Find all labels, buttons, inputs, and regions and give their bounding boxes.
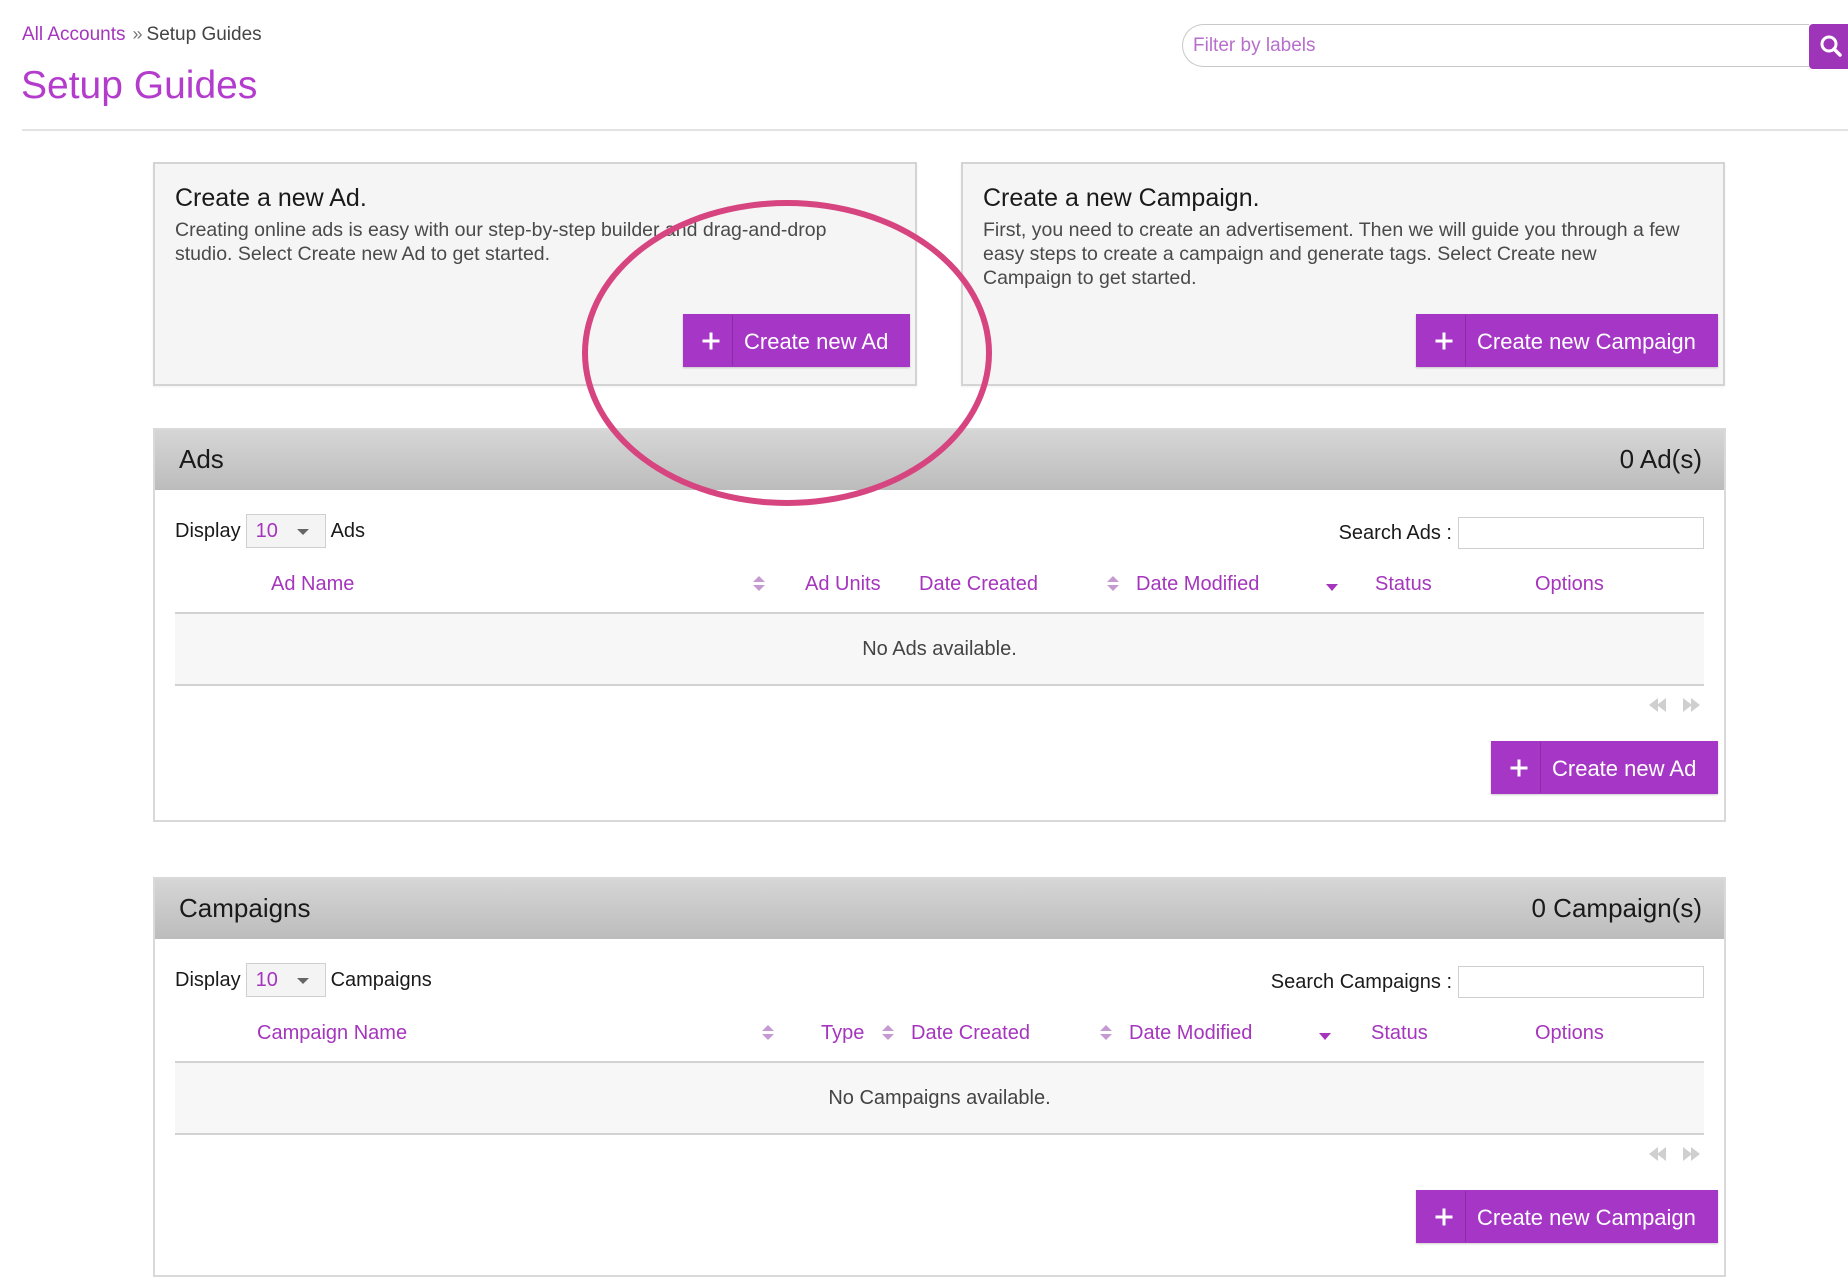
campaigns-empty-message: No Campaigns available. bbox=[828, 1087, 1051, 1109]
create-new-campaign-button-label: Create new Campaign bbox=[1477, 329, 1696, 354]
create-campaign-card-title: Create a new Campaign. bbox=[983, 184, 1260, 212]
sort-desc-icon[interactable] bbox=[1319, 1033, 1331, 1040]
plus-icon bbox=[1497, 742, 1541, 793]
chevron-down-icon bbox=[296, 529, 309, 535]
next-page-icon[interactable] bbox=[1681, 1147, 1703, 1161]
column-status[interactable]: Status bbox=[1375, 573, 1432, 596]
chevron-down-icon bbox=[296, 978, 309, 984]
create-new-campaign-button[interactable]: Create new Campaign bbox=[1416, 314, 1718, 367]
search-icon bbox=[1820, 35, 1842, 57]
campaigns-panel-header: Campaigns 0 Campaign(s) bbox=[155, 879, 1724, 939]
ads-count: 0 Ad(s) bbox=[1619, 444, 1702, 474]
campaigns-display-label: Display bbox=[175, 968, 241, 991]
sort-icon[interactable] bbox=[1107, 576, 1119, 592]
campaigns-panel: Campaigns 0 Campaign(s) Display 10 Campa… bbox=[153, 877, 1726, 1277]
ads-display-label: Display bbox=[175, 519, 241, 542]
ads-display-row: Display 10 Ads bbox=[175, 514, 365, 548]
breadcrumb-all-accounts-link[interactable]: All Accounts bbox=[22, 24, 126, 45]
ads-empty-row: No Ads available. bbox=[175, 614, 1704, 686]
campaigns-empty-row: No Campaigns available. bbox=[175, 1063, 1704, 1135]
sort-icon[interactable] bbox=[753, 576, 765, 592]
column-date-modified[interactable]: Date Modified bbox=[1129, 1022, 1252, 1045]
ads-display-suffix: Ads bbox=[330, 519, 366, 542]
create-campaign-card: Create a new Campaign. First, you need t… bbox=[961, 162, 1725, 386]
breadcrumb-current: Setup Guides bbox=[146, 24, 262, 45]
ads-page-size-select[interactable]: 10 bbox=[245, 514, 326, 548]
column-status[interactable]: Status bbox=[1371, 1022, 1428, 1045]
campaigns-search-input[interactable] bbox=[1458, 966, 1704, 998]
create-ad-card-description: Creating online ads is easy with our ste… bbox=[175, 219, 827, 265]
plus-icon bbox=[1422, 315, 1466, 366]
campaigns-count: 0 Campaign(s) bbox=[1531, 893, 1702, 923]
campaigns-page-size-select[interactable]: 10 bbox=[245, 963, 326, 997]
ads-create-new-ad-button[interactable]: Create new Ad bbox=[1491, 741, 1719, 794]
column-type[interactable]: Type bbox=[821, 1022, 864, 1045]
filter-labels-input[interactable] bbox=[1182, 24, 1809, 67]
page-title: Setup Guides bbox=[21, 64, 258, 107]
create-ad-card-title: Create a new Ad. bbox=[175, 184, 367, 212]
sort-icon[interactable] bbox=[762, 1025, 774, 1041]
previous-page-icon[interactable] bbox=[1647, 698, 1669, 712]
sort-icon[interactable] bbox=[882, 1025, 894, 1041]
previous-page-icon[interactable] bbox=[1647, 1147, 1669, 1161]
column-date-created[interactable]: Date Created bbox=[919, 573, 1038, 596]
ads-panel: Ads 0 Ad(s) Display 10 Ads Search Ads : … bbox=[153, 428, 1726, 822]
plus-icon bbox=[689, 315, 733, 366]
column-date-created[interactable]: Date Created bbox=[911, 1022, 1030, 1045]
ads-page-size-value: 10 bbox=[255, 520, 278, 542]
column-ad-units[interactable]: Ad Units bbox=[805, 573, 881, 596]
column-ad-name[interactable]: Ad Name bbox=[271, 573, 354, 596]
breadcrumb-separator: » bbox=[132, 24, 143, 44]
ads-panel-title: Ads bbox=[179, 444, 224, 474]
campaigns-display-suffix: Campaigns bbox=[330, 968, 432, 991]
ads-panel-header: Ads 0 Ad(s) bbox=[155, 430, 1724, 490]
ads-empty-message: No Ads available. bbox=[862, 638, 1017, 660]
breadcrumb: All Accounts » Setup Guides bbox=[22, 24, 262, 46]
filter-search-button[interactable] bbox=[1809, 24, 1848, 69]
ads-search-row: Search Ads : bbox=[1339, 517, 1704, 549]
campaigns-create-new-campaign-button[interactable]: Create new Campaign bbox=[1416, 1190, 1718, 1243]
create-new-ad-button[interactable]: Create new Ad bbox=[683, 314, 911, 367]
create-new-ad-button-label: Create new Ad bbox=[744, 329, 889, 354]
ads-search-input[interactable] bbox=[1458, 517, 1704, 549]
column-campaign-name[interactable]: Campaign Name bbox=[257, 1022, 407, 1045]
ads-create-new-ad-button-label: Create new Ad bbox=[1552, 756, 1697, 781]
ads-search-label: Search Ads : bbox=[1338, 521, 1452, 544]
column-date-modified[interactable]: Date Modified bbox=[1136, 573, 1259, 596]
campaigns-panel-title: Campaigns bbox=[179, 893, 311, 923]
next-page-icon[interactable] bbox=[1681, 698, 1703, 712]
campaigns-display-row: Display 10 Campaigns bbox=[175, 963, 432, 997]
sort-icon[interactable] bbox=[1100, 1025, 1112, 1041]
header-divider bbox=[22, 129, 1848, 131]
campaigns-create-new-campaign-button-label: Create new Campaign bbox=[1477, 1205, 1696, 1230]
campaigns-page-size-value: 10 bbox=[255, 969, 278, 991]
create-ad-card: Create a new Ad. Creating online ads is … bbox=[153, 162, 917, 386]
sort-desc-icon[interactable] bbox=[1326, 584, 1338, 591]
plus-icon bbox=[1422, 1191, 1466, 1242]
campaigns-search-row: Search Campaigns : bbox=[1271, 966, 1704, 998]
campaigns-search-label: Search Campaigns : bbox=[1270, 970, 1452, 993]
column-options: Options bbox=[1535, 1022, 1604, 1044]
create-campaign-card-description: First, you need to create an advertiseme… bbox=[983, 219, 1680, 289]
column-options: Options bbox=[1535, 573, 1604, 595]
